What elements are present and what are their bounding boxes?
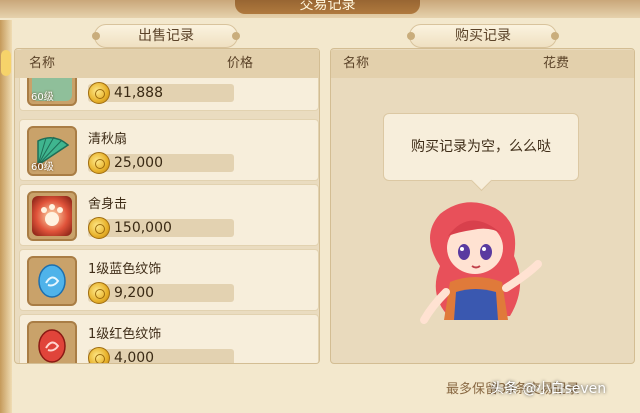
coin-icon bbox=[88, 347, 110, 363]
item-name: 清秋扇 bbox=[88, 132, 128, 147]
price-bar: 150,000 bbox=[88, 217, 234, 239]
price-value: 150,000 bbox=[114, 220, 172, 236]
red-gem-icon bbox=[32, 326, 72, 363]
price-value: 25,000 bbox=[114, 155, 163, 171]
mascot-character bbox=[420, 202, 542, 324]
column-price-label: 价格 bbox=[227, 56, 254, 71]
tab-buy-records[interactable]: 购买记录 bbox=[407, 24, 559, 48]
item-icon-frame bbox=[27, 321, 77, 363]
price-value: 4,000 bbox=[114, 350, 155, 364]
coin-icon bbox=[88, 152, 110, 174]
price-bar: 9,200 bbox=[88, 282, 234, 304]
item-icon-frame: 60级 bbox=[27, 126, 77, 176]
coin-icon bbox=[88, 282, 110, 304]
list-item: 1级蓝色纹饰 9,200 bbox=[19, 249, 319, 311]
price-bar: 25,000 bbox=[88, 152, 234, 174]
price-bar: 41,888 bbox=[88, 82, 234, 104]
item-icon-frame bbox=[27, 191, 77, 241]
item-name: 1级红色纹饰 bbox=[88, 327, 162, 342]
blue-gem-icon bbox=[32, 261, 72, 301]
price-value: 9,200 bbox=[114, 285, 155, 301]
buy-column-header: 名称 花费 bbox=[331, 50, 634, 78]
item-icon-frame bbox=[27, 256, 77, 306]
window-title: 交易记录 bbox=[235, 0, 420, 14]
tab-sell-records[interactable]: 出售记录 bbox=[92, 24, 240, 48]
price-bar: 4,000 bbox=[88, 347, 234, 364]
column-name-label: 名称 bbox=[343, 56, 370, 71]
level-tag: 60级 bbox=[31, 162, 54, 173]
list-item: 60级 清秋扇 25,000 bbox=[19, 119, 319, 181]
column-name-label: 名称 bbox=[29, 56, 56, 71]
level-tag: 60级 bbox=[31, 92, 54, 103]
sell-record-panel[interactable]: 60级 41,888 60级 清秋扇 25,000 舍身击 150,000 1级… bbox=[14, 48, 320, 364]
watermark: 头条 @小白seven bbox=[490, 381, 607, 397]
item-name: 1级蓝色纹饰 bbox=[88, 262, 162, 277]
item-name: 舍身击 bbox=[88, 197, 128, 212]
sell-column-header: 名称 价格 bbox=[15, 50, 319, 78]
coin-icon bbox=[88, 82, 110, 104]
coin-icon bbox=[88, 217, 110, 239]
left-decoration bbox=[0, 20, 12, 413]
list-item: 1级红色纹饰 4,000 bbox=[19, 314, 319, 364]
list-item: 舍身击 150,000 bbox=[19, 184, 319, 246]
price-value: 41,888 bbox=[114, 85, 163, 101]
empty-message-bubble: 购买记录为空，么么哒 bbox=[383, 113, 579, 181]
skill-paw-icon bbox=[32, 196, 72, 236]
column-cost-label: 花费 bbox=[543, 56, 570, 71]
